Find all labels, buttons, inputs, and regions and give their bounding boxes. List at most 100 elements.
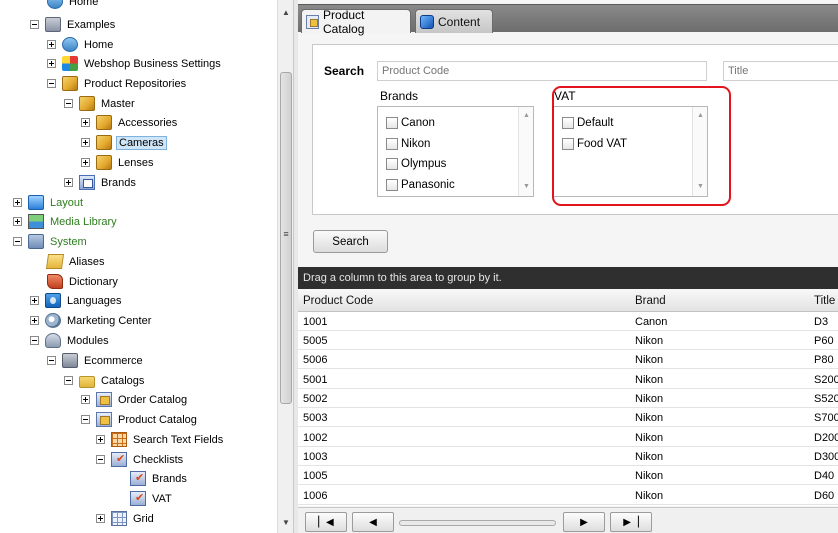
collapse-icon[interactable]	[81, 415, 90, 424]
brand-option-panasonic[interactable]: Panasonic	[386, 176, 455, 194]
tree-item-examples[interactable]: Examples	[30, 15, 117, 34]
tree-item-product-repositories[interactable]: Product Repositories	[47, 74, 188, 93]
product-code-input[interactable]	[377, 61, 707, 81]
collapse-icon[interactable]	[96, 455, 105, 464]
expand-icon[interactable]	[81, 158, 90, 167]
tree-item-system[interactable]: System	[13, 232, 89, 251]
table-row[interactable]: 5006 Nikon P80	[298, 350, 838, 369]
search-label: Search	[324, 64, 365, 78]
tree-item-marketing-center[interactable]: Marketing Center	[30, 311, 153, 330]
cube-icon	[79, 96, 95, 111]
previous-page-button[interactable]: ◀	[352, 512, 394, 532]
tree-item-home-top[interactable]: Home	[47, 0, 100, 11]
expand-icon[interactable]	[30, 296, 39, 305]
page-slider[interactable]	[399, 520, 556, 526]
tree-item-accessories[interactable]: Accessories	[81, 113, 179, 132]
tree-item-grid[interactable]: Grid	[96, 509, 156, 528]
tree-item-search-text-fields[interactable]: Search Text Fields	[96, 430, 225, 449]
cell-brand: Nikon	[635, 374, 664, 386]
checkbox[interactable]	[386, 138, 398, 150]
tree-item-checklist-brands[interactable]: Brands	[130, 469, 189, 488]
brands-scrollbar[interactable]: ▲ ▼	[518, 107, 533, 196]
tree-item-media-library[interactable]: Media Library	[13, 212, 119, 231]
checkbox[interactable]	[386, 158, 398, 170]
tree-item-lenses[interactable]: Lenses	[81, 153, 155, 172]
tree-item-dictionary[interactable]: Dictionary	[47, 272, 120, 291]
last-page-button[interactable]: ▶▕	[610, 512, 652, 532]
checkbox[interactable]	[386, 117, 398, 129]
cell-product-code: 5002	[303, 393, 328, 405]
checkbox[interactable]	[386, 179, 398, 191]
tree-item-aliases[interactable]: Aliases	[45, 252, 106, 271]
cell-title: D40	[814, 470, 835, 482]
expand-icon[interactable]	[13, 217, 22, 226]
catalog-icon	[96, 392, 112, 407]
search-button[interactable]: Search	[313, 230, 388, 253]
expand-icon[interactable]	[13, 198, 22, 207]
expand-icon[interactable]	[30, 316, 39, 325]
table-row[interactable]: 1006 Nikon D60	[298, 486, 838, 505]
table-row[interactable]: 1005 Nikon D40	[298, 466, 838, 485]
table-row[interactable]: 1003 Nikon D300	[298, 447, 838, 466]
brand-option-nikon[interactable]: Nikon	[386, 135, 430, 153]
collapse-icon[interactable]	[64, 376, 73, 385]
cell-product-code: 1006	[303, 490, 328, 502]
group-by-bar[interactable]: Drag a column to this area to group by i…	[298, 267, 838, 289]
brand-option-canon[interactable]: Canon	[386, 114, 435, 132]
table-row[interactable]: 1001 Canon D3	[298, 312, 838, 331]
tree-item-brands[interactable]: Brands	[64, 173, 138, 192]
column-header-product-code[interactable]: Product Code	[303, 295, 373, 307]
tree-item-ecommerce[interactable]: Ecommerce	[47, 351, 145, 370]
expand-icon[interactable]	[47, 59, 56, 68]
cell-product-code: 1005	[303, 470, 328, 482]
tree-item-checklists[interactable]: Checklists	[96, 450, 185, 469]
tree-item-checklist-vat[interactable]: VAT	[130, 489, 174, 508]
tree-item-languages[interactable]: Languages	[30, 291, 123, 310]
tree-item-cameras[interactable]: Cameras	[81, 133, 167, 152]
tab-content[interactable]: Content	[415, 9, 493, 33]
table-row[interactable]: 5005 Nikon P60	[298, 331, 838, 350]
settings-icon	[62, 56, 78, 71]
tree-item-webshop-business-settings[interactable]: Webshop Business Settings	[47, 54, 223, 73]
expand-icon[interactable]	[64, 178, 73, 187]
catalog-icon	[96, 412, 112, 427]
expand-icon[interactable]	[96, 514, 105, 523]
title-input[interactable]	[723, 61, 838, 81]
collapse-icon[interactable]	[64, 99, 73, 108]
collapse-icon[interactable]	[13, 237, 22, 246]
brands-icon	[79, 175, 95, 190]
column-header-title[interactable]: Title	[814, 295, 835, 307]
tree-item-label: Dictionary	[69, 275, 118, 288]
expand-icon[interactable]	[81, 395, 90, 404]
scroll-up-icon[interactable]: ▲	[519, 109, 534, 123]
expand-icon[interactable]	[81, 138, 90, 147]
scroll-down-icon[interactable]: ▼	[519, 180, 534, 194]
tree-item-label: Languages	[67, 294, 122, 307]
expand-icon[interactable]	[81, 118, 90, 127]
tree-scrollbar[interactable]: ▲ ≡ ▼	[277, 0, 293, 533]
tree-item-master[interactable]: Master	[64, 94, 137, 113]
collapse-icon[interactable]	[30, 336, 39, 345]
tree-item-product-catalog[interactable]: Product Catalog	[81, 410, 199, 429]
tree-item-catalogs[interactable]: Catalogs	[64, 371, 146, 390]
scroll-down-icon[interactable]: ▼	[278, 514, 294, 531]
collapse-icon[interactable]	[47, 79, 56, 88]
scroll-up-icon[interactable]: ▲	[278, 4, 294, 21]
collapse-icon[interactable]	[47, 356, 56, 365]
next-page-button[interactable]: ▶	[563, 512, 605, 532]
tab-product-catalog[interactable]: Product Catalog	[301, 8, 411, 36]
first-page-button[interactable]: ▏◀	[305, 512, 347, 532]
expand-icon[interactable]	[47, 40, 56, 49]
table-row[interactable]: 5003 Nikon S700	[298, 408, 838, 427]
table-row[interactable]: 5002 Nikon S520	[298, 389, 838, 408]
tree-item-modules[interactable]: Modules	[30, 331, 111, 350]
tree-item-order-catalog[interactable]: Order Catalog	[81, 390, 189, 409]
table-row[interactable]: 5001 Nikon S200	[298, 370, 838, 389]
tree-item-home[interactable]: Home	[47, 35, 115, 54]
column-header-brand[interactable]: Brand	[635, 295, 666, 307]
expand-icon[interactable]	[96, 435, 105, 444]
table-row[interactable]: 1002 Nikon D200	[298, 428, 838, 447]
collapse-icon[interactable]	[30, 20, 39, 29]
tree-item-layout[interactable]: Layout	[13, 193, 85, 212]
brand-option-olympus[interactable]: Olympus	[386, 155, 446, 173]
